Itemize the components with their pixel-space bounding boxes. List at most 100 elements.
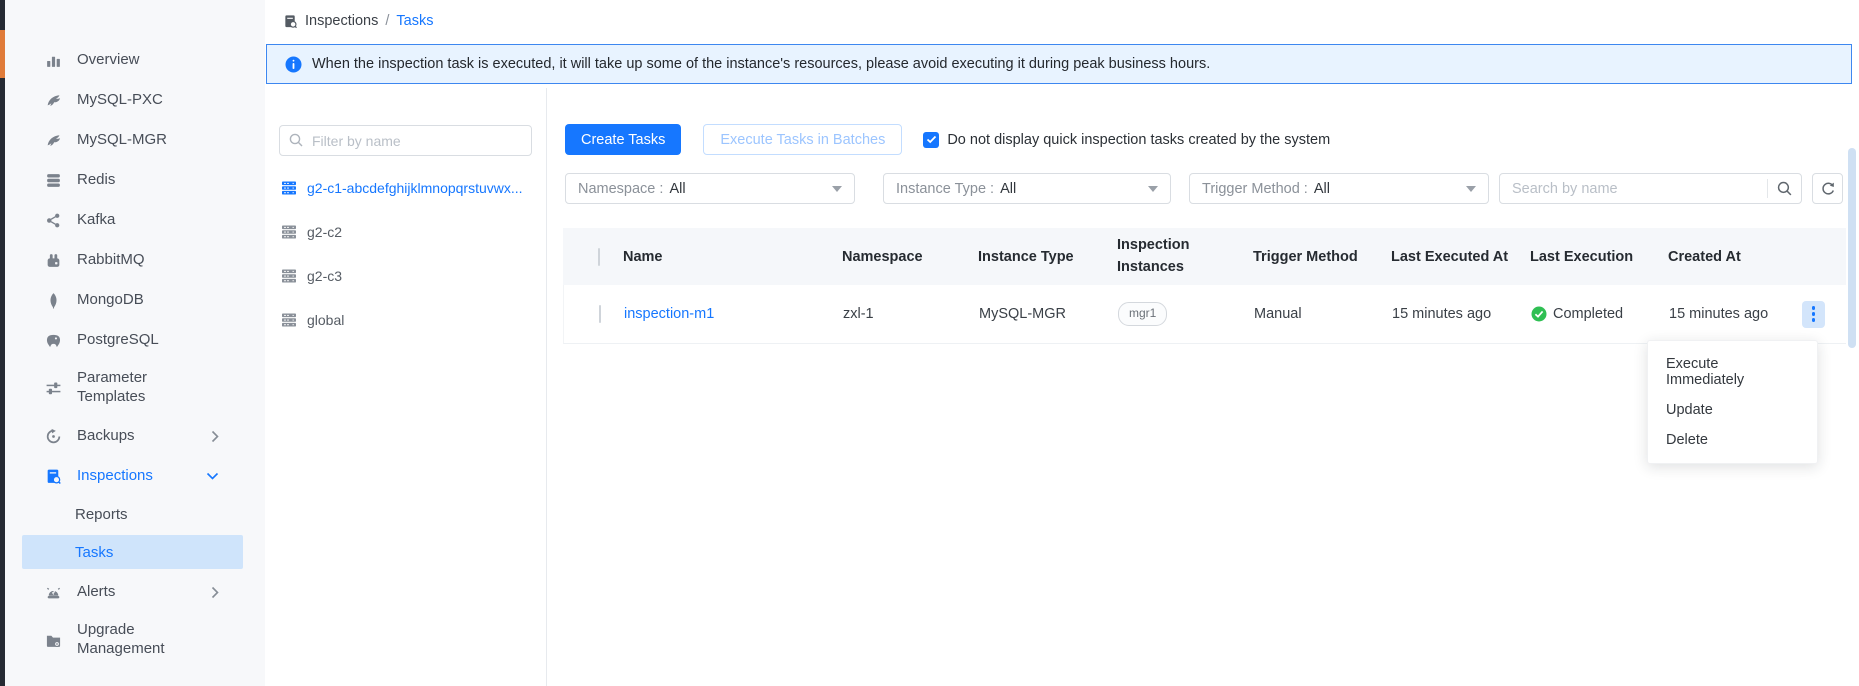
- tree-item[interactable]: global: [265, 298, 546, 342]
- row-checkbox[interactable]: [599, 305, 601, 323]
- sidebar-item-label: Kafka: [77, 211, 115, 230]
- sidebar-item-label: Upgrade Management: [77, 621, 199, 659]
- hide-quick-tasks-checkbox[interactable]: [923, 132, 939, 148]
- table-row: inspection-m1 zxl-1 MySQL-MGR mgr1 Manua…: [563, 285, 1846, 344]
- tree-item[interactable]: g2-c2: [265, 210, 546, 254]
- dolphin-icon: [45, 132, 62, 149]
- elephant-icon: [45, 332, 62, 349]
- column-header-name: Name: [623, 249, 842, 265]
- network-icon: [45, 212, 62, 229]
- breadcrumb-current[interactable]: Tasks: [396, 13, 433, 29]
- instance-type-select-value: All: [1000, 181, 1016, 197]
- sidebar-item-mongodb[interactable]: MongoDB: [5, 280, 265, 320]
- dot: [1812, 318, 1816, 322]
- info-icon: [285, 56, 302, 73]
- hide-quick-tasks-label: Do not display quick inspection tasks cr…: [947, 132, 1330, 148]
- column-header-last-execution: Last Execution: [1530, 249, 1668, 265]
- vertical-scrollbar-thumb[interactable]: [1848, 148, 1856, 348]
- sidebar-item-label: Parameter Templates: [77, 369, 199, 407]
- refresh-button[interactable]: [1812, 173, 1843, 204]
- caret-down-icon: [832, 186, 842, 192]
- leaf-icon: [45, 292, 62, 309]
- cell-instance-type: MySQL-MGR: [979, 306, 1118, 322]
- sidebar: Overview MySQL-PXC MySQL-MGR Redis Kafka…: [5, 0, 265, 686]
- tree-item-label: g2-c2: [307, 224, 342, 240]
- breadcrumb: Inspections / Tasks: [283, 6, 433, 36]
- server-icon: [281, 268, 297, 284]
- column-header-namespace: Namespace: [842, 249, 978, 265]
- namespace-select[interactable]: Namespace : All: [565, 173, 855, 204]
- content-area: Inspections / Tasks When the inspection …: [265, 0, 1859, 686]
- refresh-icon: [1820, 181, 1836, 197]
- bar-chart-icon: [45, 52, 62, 69]
- dot: [1812, 312, 1816, 316]
- sidebar-item-mysql-mgr[interactable]: MySQL-MGR: [5, 120, 265, 160]
- filter-bar: Namespace : All Instance Type : All Trig…: [565, 173, 1843, 204]
- instance-type-select-label: Instance Type :: [896, 181, 994, 197]
- inspection-doc-icon: [283, 14, 298, 29]
- trigger-method-select[interactable]: Trigger Method : All: [1189, 173, 1489, 204]
- backup-arrow-icon: [45, 428, 62, 445]
- server-icon: [281, 180, 297, 196]
- task-name-link[interactable]: inspection-m1: [624, 306, 714, 322]
- info-banner-text: When the inspection task is executed, it…: [312, 56, 1210, 72]
- sliders-icon: [45, 380, 62, 397]
- sidebar-item-parameter-templates[interactable]: Parameter Templates: [5, 360, 265, 416]
- caret-down-icon: [1466, 186, 1476, 192]
- sidebar-item-redis[interactable]: Redis: [5, 160, 265, 200]
- tasks-main-pane: Create Tasks Execute Tasks in Batches Do…: [547, 88, 1859, 686]
- tree-item[interactable]: g2-c3: [265, 254, 546, 298]
- column-header-inspection-instances: Inspection Instances: [1117, 235, 1253, 277]
- caret-down-icon: [1148, 186, 1158, 192]
- namespace-select-label: Namespace :: [578, 181, 663, 197]
- sidebar-item-rabbitmq[interactable]: RabbitMQ: [5, 240, 265, 280]
- sidebar-item-upgrade-management[interactable]: Upgrade Management: [5, 612, 265, 668]
- chevron-down-icon: [206, 472, 219, 480]
- trigger-method-select-value: All: [1314, 181, 1330, 197]
- success-check-icon: [1531, 306, 1547, 322]
- sidebar-item-reports[interactable]: Reports: [5, 496, 265, 532]
- sidebar-item-label: Overview: [77, 51, 140, 70]
- sidebar-item-inspections[interactable]: Inspections: [5, 456, 265, 496]
- sidebar-item-kafka[interactable]: Kafka: [5, 200, 265, 240]
- menu-item-execute-immediately[interactable]: Execute Immediately: [1648, 349, 1817, 395]
- sidebar-item-alerts[interactable]: Alerts: [5, 572, 265, 612]
- trigger-method-select-label: Trigger Method :: [1202, 181, 1308, 197]
- instance-tag: mgr1: [1118, 302, 1167, 326]
- select-all-checkbox[interactable]: [598, 248, 600, 266]
- server-icon: [281, 224, 297, 240]
- search-by-name-box: [1499, 173, 1802, 204]
- folder-gear-icon: [45, 632, 62, 649]
- row-actions-button[interactable]: [1802, 301, 1825, 328]
- execution-status-text: Completed: [1553, 306, 1623, 322]
- sidebar-item-mysql-pxc[interactable]: MySQL-PXC: [5, 80, 265, 120]
- row-actions-menu: Execute Immediately Update Delete: [1647, 340, 1818, 464]
- create-tasks-button[interactable]: Create Tasks: [565, 124, 681, 155]
- tasks-table: Name Namespace Instance Type Inspection …: [563, 228, 1846, 344]
- search-input[interactable]: [1499, 173, 1802, 204]
- chevron-right-icon: [211, 586, 219, 599]
- cell-namespace: zxl-1: [843, 306, 979, 322]
- sidebar-item-label: Redis: [77, 171, 115, 190]
- sidebar-item-overview[interactable]: Overview: [5, 40, 265, 80]
- tree-filter-input[interactable]: [279, 125, 532, 156]
- cell-trigger-method: Manual: [1254, 306, 1392, 322]
- execution-status: Completed: [1531, 306, 1669, 322]
- column-header-trigger-method: Trigger Method: [1253, 249, 1391, 265]
- sidebar-item-backups[interactable]: Backups: [5, 416, 265, 456]
- menu-item-update[interactable]: Update: [1648, 395, 1817, 425]
- instance-type-select[interactable]: Instance Type : All: [883, 173, 1171, 204]
- tree-item[interactable]: g2-c1-abcdefghijklmnopqrstuvwx...: [265, 166, 546, 210]
- sidebar-item-tasks[interactable]: Tasks: [22, 535, 243, 569]
- sidebar-item-label: Backups: [77, 427, 135, 446]
- breadcrumb-section[interactable]: Inspections: [305, 13, 378, 29]
- sidebar-item-label: MongoDB: [77, 291, 144, 310]
- sidebar-subitem-label: Reports: [75, 506, 128, 523]
- cell-last-executed-at: 15 minutes ago: [1392, 306, 1531, 322]
- tree-item-label: g2-c3: [307, 268, 342, 284]
- search-icon[interactable]: [1776, 180, 1793, 202]
- menu-item-delete[interactable]: Delete: [1648, 425, 1817, 455]
- sidebar-item-postgresql[interactable]: PostgreSQL: [5, 320, 265, 360]
- dot: [1812, 306, 1816, 310]
- execute-batches-button[interactable]: Execute Tasks in Batches: [703, 124, 902, 155]
